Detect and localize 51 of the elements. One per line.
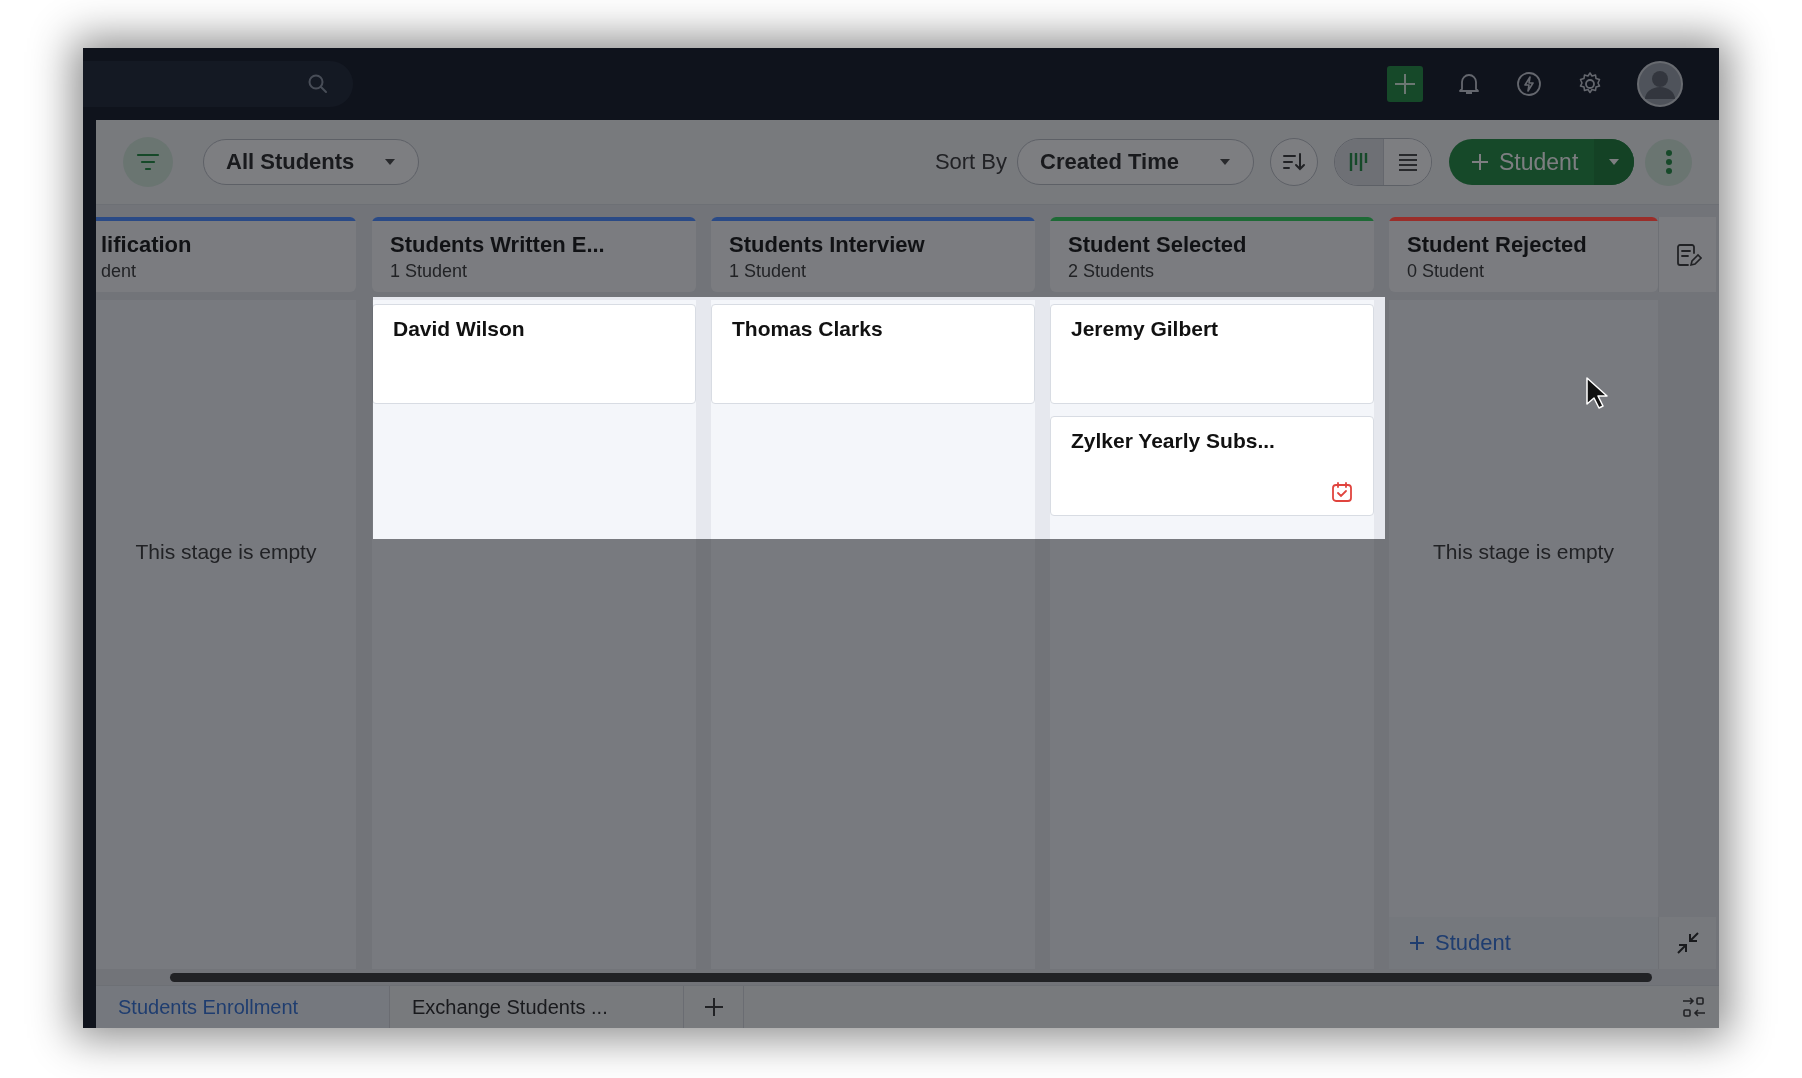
caret-icon bbox=[384, 158, 397, 166]
plus-icon bbox=[1471, 153, 1489, 171]
horizontal-scrollbar[interactable] bbox=[170, 972, 1652, 982]
student-card[interactable]: Jeremy Gilbert bbox=[1050, 304, 1374, 404]
kanban-icon bbox=[1348, 151, 1370, 173]
empty-stage-text: This stage is empty bbox=[1432, 540, 1615, 564]
sort-label: Sort By bbox=[934, 149, 1007, 175]
mouse-cursor-icon bbox=[1585, 376, 1609, 410]
more-icon bbox=[1664, 149, 1673, 175]
student-card[interactable]: Zylker Yearly Subs... bbox=[1050, 416, 1374, 516]
stage-title: Students Interview bbox=[729, 231, 926, 259]
calendar-check-icon[interactable] bbox=[1331, 481, 1353, 503]
stage-count: 2 Students bbox=[1068, 260, 1156, 283]
list-icon bbox=[1396, 151, 1419, 173]
more-options-button[interactable] bbox=[1645, 138, 1692, 186]
filter-icon bbox=[136, 152, 160, 172]
lightning-icon[interactable] bbox=[1515, 70, 1543, 98]
student-card[interactable]: Thomas Clarks bbox=[711, 304, 1035, 404]
stage-title: lification bbox=[101, 231, 193, 259]
stage-count: dent bbox=[101, 260, 138, 283]
search-icon bbox=[307, 73, 329, 95]
stage-count: 0 Student bbox=[1407, 260, 1486, 283]
stage-title: Student Selected bbox=[1068, 231, 1248, 259]
stage-count: 1 Student bbox=[729, 260, 808, 283]
card-title: Jeremy Gilbert bbox=[1071, 317, 1220, 341]
caret-icon bbox=[1219, 158, 1231, 166]
filter-button[interactable] bbox=[123, 137, 173, 187]
add-student-button[interactable]: Student bbox=[1449, 139, 1634, 185]
stage-title: Students Written E... bbox=[390, 231, 606, 259]
sort-order-icon bbox=[1282, 151, 1306, 173]
student-card[interactable]: David Wilson bbox=[372, 304, 696, 404]
plus-icon bbox=[703, 997, 724, 1017]
swap-icon[interactable] bbox=[1681, 995, 1707, 1019]
list-view-button[interactable] bbox=[1383, 139, 1431, 185]
sort-order-button[interactable] bbox=[1270, 138, 1318, 186]
add-icon[interactable] bbox=[1387, 66, 1423, 102]
stage-title: Student Rejected bbox=[1407, 231, 1588, 259]
card-title: Thomas Clarks bbox=[732, 317, 884, 341]
caret-icon[interactable] bbox=[1594, 139, 1634, 185]
plus-icon bbox=[1409, 935, 1425, 951]
view-dropdown[interactable]: All Students bbox=[203, 139, 420, 185]
avatar-icon[interactable] bbox=[1637, 61, 1683, 107]
empty-stage-text: This stage is empty bbox=[134, 540, 318, 564]
card-title: David Wilson bbox=[393, 317, 526, 341]
stage-count: 1 Student bbox=[390, 260, 469, 283]
sort-dropdown[interactable]: Created Time bbox=[1017, 139, 1254, 185]
kanban-view-button[interactable] bbox=[1335, 139, 1383, 185]
search-field[interactable] bbox=[83, 61, 353, 107]
notification-bell-icon[interactable] bbox=[1456, 71, 1482, 97]
card-title: Zylker Yearly Subs... bbox=[1071, 429, 1276, 453]
tab[interactable]: Exchange Students ... bbox=[390, 986, 684, 1028]
